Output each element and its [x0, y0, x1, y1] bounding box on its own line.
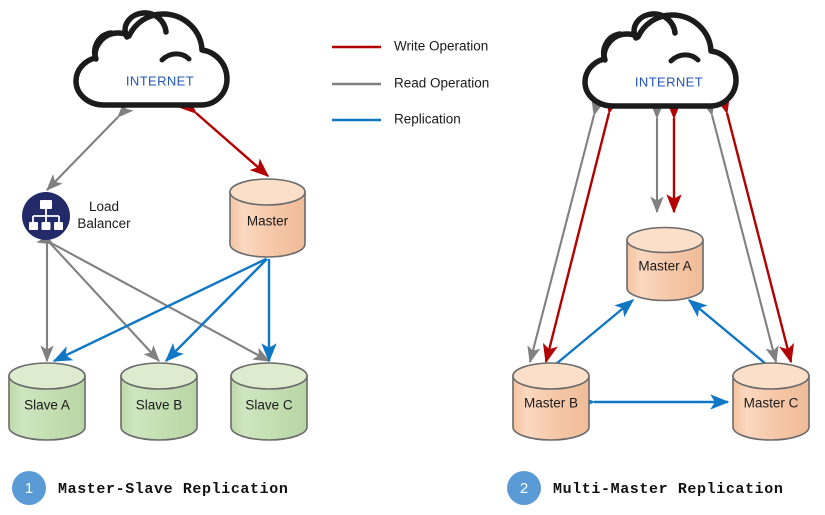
edge-master-slaveB-replication [164, 258, 268, 363]
legend: Write Operation Read Operation Replicati… [332, 39, 489, 127]
edge-loadbalancer-slaveC-read [36, 230, 271, 362]
cloud-internet-2-label: INTERNET [635, 74, 703, 89]
legend-label-write: Write Operation [394, 39, 488, 54]
edge-masterC-masterA-replication [687, 299, 785, 382]
cloud-internet-2: INTERNET [582, 11, 739, 109]
caption-2: 2 Multi-Master Replication [507, 471, 783, 505]
legend-label-read: Read Operation [394, 76, 489, 91]
legend-label-replication: Replication [394, 112, 461, 127]
db-slave-b[interactable]: Slave B [120, 362, 198, 441]
caption-2-badge-number: 2 [520, 480, 528, 497]
legend-item-replication: Replication [332, 112, 461, 127]
db-slave-c[interactable]: Slave C [230, 362, 308, 441]
db-slave-a-label: Slave A [24, 398, 70, 413]
cloud-internet-1: INTERNET [73, 10, 230, 108]
edge-cloud-masterC-write [715, 93, 795, 364]
db-master-c[interactable]: Master C [732, 362, 810, 441]
edge-masterB-masterA-replication [537, 299, 635, 382]
diagram-2-group: INTERNET Master A Master B Master C 2 Mu… [507, 11, 810, 505]
cloud-internet-1-label: INTERNET [126, 73, 194, 88]
caption-2-text: Multi-Master Replication [553, 481, 783, 498]
caption-1-badge-number: 1 [25, 480, 33, 497]
diagram-1-group: INTERNET Load Balancer Master Slave A Sl… [8, 10, 308, 505]
load-balancer-node[interactable]: Load Balancer [22, 192, 131, 240]
db-master-b-label: Master B [524, 396, 578, 411]
diagram-canvas: INTERNET Load Balancer Master Slave A Sl… [0, 0, 825, 515]
db-master-a-label: Master A [638, 259, 691, 274]
edge-cloud-masterB-read [527, 98, 605, 364]
db-slave-a[interactable]: Slave A [8, 362, 86, 441]
diagram-svg: INTERNET Load Balancer Master Slave A Sl… [8, 10, 810, 505]
db-slave-c-label: Slave C [245, 398, 293, 413]
caption-1-text: Master-Slave Replication [58, 481, 288, 498]
db-master-c-label: Master C [744, 396, 799, 411]
load-balancer-label-line2: Balancer [77, 216, 131, 231]
db-master[interactable]: Master [229, 178, 306, 258]
load-balancer-label-line1: Load [89, 199, 119, 214]
edge-cloud-master-write [177, 95, 270, 177]
db-master-a[interactable]: Master A [626, 226, 704, 302]
edge-loadbalancer-slaveB-read [34, 227, 160, 362]
edge-cloud-masterC-read [701, 98, 779, 364]
legend-item-read: Read Operation [332, 76, 489, 91]
db-master-label: Master [247, 214, 289, 229]
edge-master-slaveA-replication [52, 257, 267, 363]
db-master-b[interactable]: Master B [512, 362, 590, 441]
edge-cloud-loadbalancer-read [46, 101, 134, 191]
legend-item-write: Write Operation [332, 39, 488, 54]
caption-1: 1 Master-Slave Replication [12, 471, 288, 505]
db-slave-b-label: Slave B [136, 398, 183, 413]
edge-cloud-masterB-write [542, 93, 621, 364]
